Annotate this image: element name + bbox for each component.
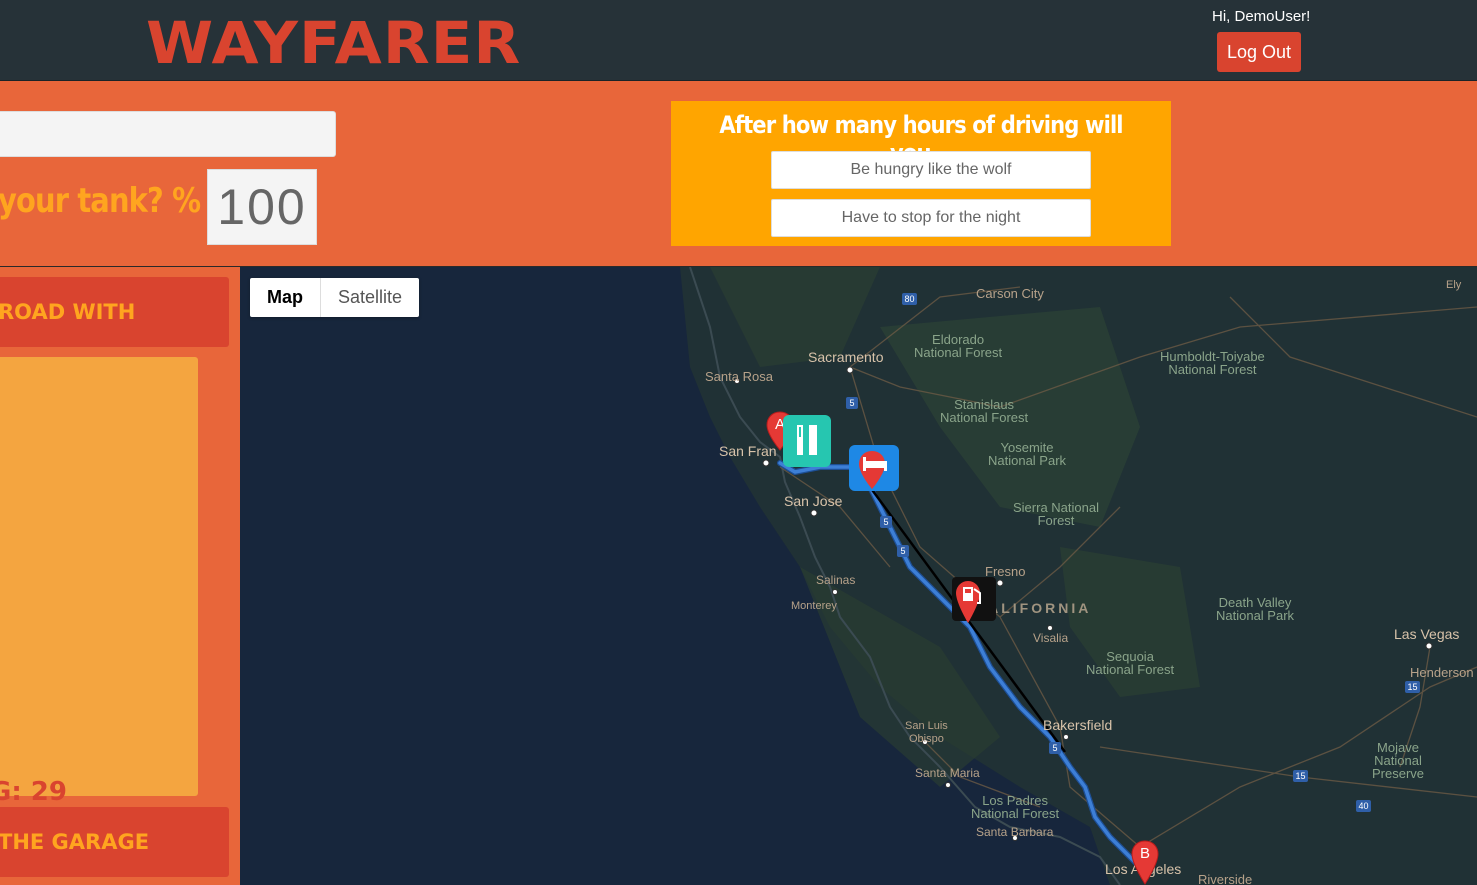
place-label: San Jose: [784, 493, 843, 509]
place-label: Sacramento: [808, 349, 884, 365]
logout-button[interactable]: Log Out: [1217, 32, 1301, 72]
trip-controls: your tank? % 100 After how many hours of…: [0, 81, 1477, 267]
place-label: Santa Barbara: [976, 825, 1054, 839]
highway-shield-icon: 5: [897, 545, 909, 557]
hungry-hours-input[interactable]: Be hungry like the wolf: [771, 151, 1091, 189]
highway-shield-icon: 40: [1356, 800, 1371, 812]
place-label: Mojave National Preserve: [1372, 740, 1425, 781]
highway-shield-icon: 5: [846, 397, 858, 409]
place-label: Sequoia National Forest: [1086, 649, 1175, 677]
wayfarer-logo[interactable]: WAYFARER: [146, 8, 521, 78]
app-header: WAYFARER Hi, DemoUser! Log Out: [0, 0, 1477, 81]
tank-level-label: your tank? %: [0, 181, 201, 221]
restaurant-icon: [797, 425, 817, 455]
place-label: Humboldt-Toiyabe National Forest: [1160, 349, 1265, 377]
mpg-value: G: 29: [0, 777, 67, 807]
place-label: Yosemite National Park: [988, 440, 1067, 468]
highway-shield-icon: 5: [1049, 742, 1061, 754]
place-label: Ely: [1446, 279, 1462, 291]
route-map[interactable]: 80 5 5 5 5 15 15 40 Carson City Ely Eldo…: [240, 267, 1477, 885]
user-greeting: Hi, DemoUser!: [1212, 8, 1311, 25]
vehicle-panel: G: 29: [0, 357, 198, 807]
highway-shield-icon: 15: [1293, 770, 1308, 782]
hotel-icon: [859, 451, 887, 489]
place-label: Eldorado National Forest: [914, 332, 1003, 360]
tank-level-input[interactable]: 100: [207, 169, 317, 245]
place-label: Santa Rosa: [705, 369, 773, 384]
hotel-marker[interactable]: [849, 445, 899, 491]
gas-station-marker[interactable]: [952, 577, 996, 623]
place-label: Salinas: [816, 573, 856, 587]
restaurant-marker[interactable]: [783, 415, 831, 467]
sidebar: ROAD WITH G: 29 THE GARAGE: [0, 267, 240, 885]
driving-hours-panel: After how many hours of driving will you…: [671, 101, 1171, 246]
map-type-satellite-button[interactable]: Satellite: [321, 278, 419, 317]
highway-shield-icon: 5: [880, 516, 892, 528]
place-label: Sierra National Forest: [1013, 500, 1099, 528]
map-type-map-button[interactable]: Map: [250, 278, 321, 317]
place-label: Las Vegas: [1394, 626, 1460, 642]
place-label: Carson City: [976, 286, 1044, 301]
highway-shield-icon: 15: [1405, 681, 1420, 693]
place-label: Monterey: [791, 600, 837, 612]
map-type-control: Map Satellite: [250, 278, 420, 317]
road-with-heading[interactable]: ROAD WITH: [0, 277, 229, 347]
place-label: Stanislaus National Forest: [940, 397, 1029, 425]
night-stop-hours-input[interactable]: Have to stop for the night: [771, 199, 1091, 237]
place-label: Los Padres National Forest: [971, 793, 1060, 821]
place-label: San Luis Obispo: [905, 720, 948, 745]
place-label: Henderson: [1410, 665, 1474, 680]
highway-shield-icon: 80: [902, 293, 917, 305]
garage-heading[interactable]: THE GARAGE: [0, 807, 229, 877]
place-label: Bakersfield: [1043, 717, 1113, 733]
start-location-input[interactable]: [0, 111, 336, 157]
end-marker-label: B: [1139, 845, 1150, 862]
gas-pump-icon: [956, 581, 981, 623]
place-label: Death Valley National Park: [1216, 595, 1295, 623]
place-label: Santa Maria: [915, 766, 980, 780]
place-label: Visalia: [1033, 631, 1069, 645]
place-label: Riverside: [1198, 872, 1253, 885]
